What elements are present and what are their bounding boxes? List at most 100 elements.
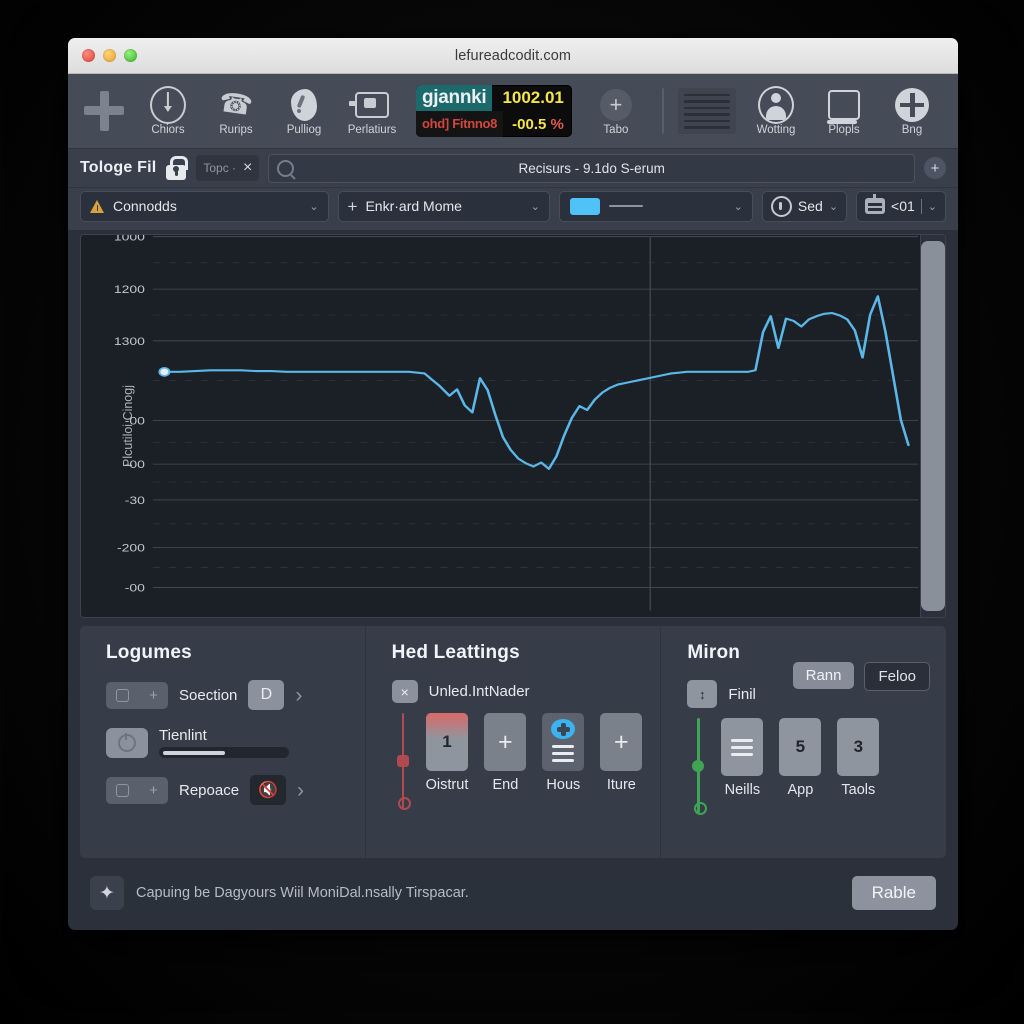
tiles-row: 1 Oistrut + End Hous + Iture	[392, 713, 643, 810]
list-lines-icon[interactable]	[677, 88, 736, 134]
chart-start-marker	[158, 366, 171, 377]
robot-icon	[865, 194, 886, 214]
search-value: Recisurs - 9.1do S-erum	[518, 160, 665, 176]
chevron-right-icon[interactable]: ›	[297, 780, 304, 801]
footer-message: Capuing be Dagyours Wiil MoniDal.nsally …	[136, 885, 469, 901]
tile-caption: Hous	[546, 777, 581, 793]
close-icon[interactable]: ×	[391, 680, 418, 703]
chevron-down-icon: ⌄	[927, 200, 937, 213]
list-item[interactable]: + Soection D ›	[106, 680, 347, 710]
tile-caption: End	[492, 777, 519, 793]
tile-box: 5	[779, 718, 822, 776]
list-item[interactable]: + Repoace 🔇 ›	[106, 775, 347, 805]
tile[interactable]: + Iture	[600, 713, 643, 793]
updown-icon[interactable]: ↕	[687, 680, 718, 708]
toolbar-item-chiors[interactable]: Chiors	[136, 85, 200, 138]
close-icon[interactable]: ×	[243, 160, 252, 176]
toolbar-item-rurips[interactable]: ☎ Rurips	[204, 85, 268, 138]
add-tab-button[interactable]: +	[924, 157, 946, 179]
feloo-button[interactable]: Feloo	[864, 662, 931, 691]
tile[interactable]: + End	[484, 713, 527, 793]
tile-box: +	[484, 713, 527, 771]
subrow[interactable]: × Unled.IntNader	[391, 680, 643, 703]
tile-box: 1	[426, 713, 468, 771]
slider-fill	[163, 750, 225, 755]
robot-label: <01	[891, 198, 915, 214]
chevron-down-icon: ⌄	[733, 200, 743, 213]
window-title: lefureadcodit.com	[454, 47, 572, 64]
indicator-label: Enkr·ard Mome	[365, 198, 462, 214]
rann-button[interactable]: Rann	[792, 662, 855, 689]
slider-track[interactable]	[159, 747, 289, 758]
rable-button[interactable]: Rable	[851, 876, 936, 910]
chart-scrollbar[interactable]	[920, 235, 945, 617]
toolbar-item-label: Perlatiurs	[347, 123, 397, 136]
svg-text:-00: -00	[125, 457, 145, 470]
toolbar-item-tabo[interactable]: + Tabo	[584, 85, 648, 138]
vertical-slider[interactable]	[691, 718, 707, 815]
lock-icon[interactable]	[165, 156, 189, 180]
chart-container: Plcutiloi Cinogj 1000 1200 1300 -00 -00 -30 -2…	[80, 234, 946, 618]
main-toolbar: Chiors ☎ Rurips Pulliog Perlatiurs gjann…	[68, 74, 958, 149]
toolbar-item-wotting[interactable]: Wotting	[744, 85, 808, 138]
panel-title: Hed Leattings	[391, 642, 520, 663]
tile[interactable]: Hous	[542, 713, 585, 793]
line-style-icon	[608, 204, 643, 208]
tab-label: Topc ·	[203, 161, 237, 175]
panel-logumes: Logumes + Soection D › Tienlint + Repoac…	[80, 626, 365, 858]
tile-box: +	[600, 713, 643, 771]
chart-line-series	[163, 295, 910, 470]
move-arrows-icon[interactable]: ✦	[90, 876, 124, 910]
tiles-row: Neills 5 App 3 Taols	[687, 718, 928, 815]
tile[interactable]: 1 Oistrut	[426, 713, 468, 793]
toolbar-item-label: Rurips	[219, 123, 253, 136]
add-plus-icon[interactable]	[82, 89, 126, 133]
pentagon-plus-icon[interactable]: +	[106, 776, 168, 804]
chart-plot-area[interactable]: Plcutiloi Cinogj 1000 1200 1300 -00 -00 -30 -2…	[81, 235, 920, 617]
indicator-select[interactable]: + Enkr·ard Mome ⌄	[337, 190, 550, 222]
blue-plus-icon	[551, 719, 576, 739]
toolbar-item-plopls[interactable]: Plopls	[812, 85, 876, 138]
chart-scrollbar-thumb[interactable]	[921, 241, 945, 611]
price-ticker[interactable]: gjannki 1002.01 ohd] Fitnno8 -00.5 %	[416, 85, 572, 137]
open-tab-chip[interactable]: Topc · ×	[196, 155, 260, 181]
tile[interactable]: 5 App	[779, 718, 822, 798]
style-select[interactable]: ⌄	[558, 190, 753, 222]
tab-strip: Tologe Fil Topc · × Recisurs - 9.1do S-e…	[68, 149, 958, 188]
color-swatch[interactable]	[568, 196, 601, 216]
tile-caption: Iture	[606, 777, 636, 793]
instrument-select[interactable]: Connodds ⌄	[80, 190, 329, 222]
toolbar-item-pulliog[interactable]: Pulliog	[272, 85, 336, 138]
list-item[interactable]: Tienlint	[106, 727, 347, 758]
row-badge[interactable]: D	[248, 680, 285, 710]
toolbar-item-bng[interactable]: Bng	[880, 85, 944, 138]
sed-select[interactable]: Sed ⌄	[761, 190, 848, 222]
chart-controls-row: Connodds ⌄ + Enkr·ard Mome ⌄ ⌄ Sed ⌄ <01…	[68, 188, 958, 230]
bottom-panels: Logumes + Soection D › Tienlint + Repoac…	[80, 626, 946, 858]
toolbar-item-perlatiurs[interactable]: Perlatiurs	[340, 85, 404, 138]
svg-text:1000: 1000	[114, 235, 145, 243]
toolbar-item-label: Bng	[901, 123, 923, 136]
chevron-down-icon: ⌄	[530, 200, 540, 213]
svg-text:-00: -00	[125, 581, 145, 594]
mute-icon[interactable]: 🔇	[250, 775, 287, 805]
tile[interactable]: 3 Taols	[837, 718, 880, 798]
svg-text:-00: -00	[125, 414, 145, 427]
plus-circle-icon: +	[598, 87, 634, 123]
svg-text:1300: 1300	[114, 334, 145, 347]
knob-icon[interactable]	[106, 727, 148, 758]
person-circle-icon	[758, 85, 794, 124]
robot-select[interactable]: <01 ⌄	[856, 190, 946, 222]
divider	[920, 198, 922, 214]
search-input[interactable]: Recisurs - 9.1do S-erum	[268, 153, 915, 183]
warning-triangle-icon	[90, 199, 105, 213]
vertical-slider[interactable]	[396, 713, 412, 810]
pentagon-plus-icon[interactable]: +	[106, 681, 168, 709]
ticker-row-primary: gjannki 1002.01	[416, 85, 572, 111]
tile[interactable]: Neills	[721, 718, 764, 798]
ticker-row-secondary: ohd] Fitnno8 -00.5 %	[416, 111, 572, 137]
panel-action-buttons: Rann Feloo	[792, 662, 931, 691]
chevron-right-icon[interactable]: ›	[295, 685, 302, 706]
ticker-change-unit: %	[550, 115, 564, 133]
panel-title: Logumes	[106, 642, 192, 663]
